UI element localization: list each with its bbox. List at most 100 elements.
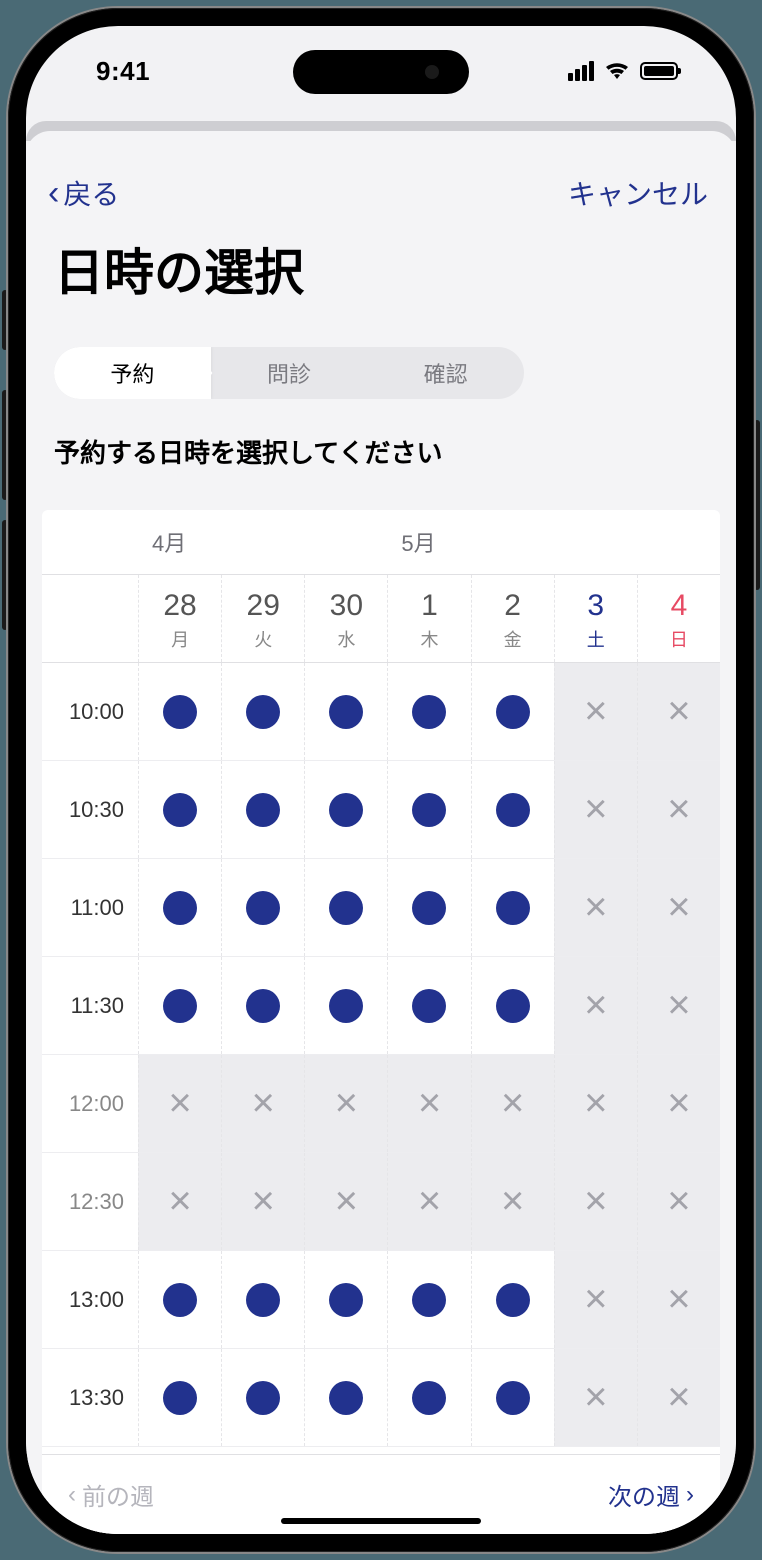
next-week-label: 次の週 (608, 1477, 680, 1512)
slot-available[interactable] (138, 957, 221, 1054)
home-indicator[interactable] (281, 1518, 481, 1524)
time-label: 11:30 (42, 957, 138, 1054)
day-header: 30水 (304, 575, 387, 662)
phone-frame: 9:41 ‹ 戻る キャンセル 日時の選択 予約問診確認 予約する日時を選択して (8, 8, 754, 1552)
slot-available[interactable] (304, 859, 387, 956)
back-button[interactable]: ‹ 戻る (48, 173, 119, 213)
time-label: 13:30 (42, 1349, 138, 1446)
slot-unavailable: × (304, 1055, 387, 1152)
slot-available[interactable] (387, 957, 470, 1054)
slot-unavailable: × (554, 1349, 637, 1446)
available-dot-icon (163, 793, 197, 827)
x-icon: × (252, 1081, 275, 1126)
nav-bar: ‹ 戻る キャンセル (26, 153, 736, 223)
slot-available[interactable] (304, 957, 387, 1054)
available-dot-icon (496, 695, 530, 729)
available-dot-icon (163, 891, 197, 925)
available-dot-icon (246, 989, 280, 1023)
slot-unavailable: × (637, 1251, 720, 1348)
slot-unavailable: × (637, 1055, 720, 1152)
time-row: 13:30 × × (42, 1349, 720, 1447)
available-dot-icon (163, 1283, 197, 1317)
available-dot-icon (163, 1381, 197, 1415)
slot-available[interactable] (304, 663, 387, 760)
slot-available[interactable] (304, 1349, 387, 1446)
slot-unavailable: × (304, 1153, 387, 1250)
prev-week-label: 前の週 (82, 1477, 154, 1512)
x-icon: × (667, 1081, 690, 1126)
slot-available[interactable] (471, 957, 554, 1054)
slot-available[interactable] (304, 761, 387, 858)
time-label: 11:00 (42, 859, 138, 956)
slot-available[interactable] (304, 1251, 387, 1348)
day-number: 29 (222, 589, 304, 622)
time-row: 12:30××××××× (42, 1153, 720, 1251)
slot-available[interactable] (221, 957, 304, 1054)
prev-week-button[interactable]: ‹ 前の週 (68, 1477, 154, 1512)
slot-available[interactable] (387, 859, 470, 956)
day-number: 3 (555, 589, 637, 622)
slot-available[interactable] (221, 761, 304, 858)
time-row: 10:00 ×× (42, 663, 720, 761)
slot-unavailable: × (637, 663, 720, 760)
slot-available[interactable] (221, 663, 304, 760)
slot-unavailable: × (637, 1153, 720, 1250)
page-title: 日時の選択 (26, 223, 736, 329)
x-icon: × (667, 1375, 690, 1420)
slot-unavailable: × (554, 1153, 637, 1250)
time-row: 10:30×× (42, 761, 720, 859)
slot-unavailable: × (554, 663, 637, 760)
slot-unavailable: × (138, 1153, 221, 1250)
x-icon: × (252, 1179, 275, 1224)
slot-unavailable: × (637, 957, 720, 1054)
slot-available[interactable] (387, 1251, 470, 1348)
month-label: 4月 (138, 510, 387, 574)
slot-available[interactable] (387, 1349, 470, 1446)
available-dot-icon (412, 891, 446, 925)
slot-available[interactable] (138, 761, 221, 858)
day-header-row: 28月29火30水1木2金3土4日 (42, 575, 720, 663)
time-label: 12:30 (42, 1153, 138, 1250)
x-icon: × (667, 1277, 690, 1322)
x-icon: × (584, 983, 607, 1028)
slot-unavailable: × (637, 1349, 720, 1446)
slot-available[interactable] (138, 859, 221, 956)
slot-available[interactable] (387, 761, 470, 858)
slot-available[interactable] (221, 1349, 304, 1446)
day-weekday: 火 (222, 626, 304, 652)
next-week-button[interactable]: 次の週 › (608, 1477, 694, 1512)
slot-available[interactable] (138, 1251, 221, 1348)
available-dot-icon (496, 989, 530, 1023)
x-icon: × (584, 1081, 607, 1126)
slot-unavailable: × (637, 761, 720, 858)
step-予約: 予約 (54, 347, 211, 399)
available-dot-icon (163, 695, 197, 729)
slot-available[interactable] (138, 663, 221, 760)
step-問診: 問診 (211, 347, 368, 399)
available-dot-icon (496, 793, 530, 827)
x-icon: × (584, 787, 607, 832)
slot-available[interactable] (138, 1349, 221, 1446)
available-dot-icon (246, 891, 280, 925)
slot-available[interactable] (387, 663, 470, 760)
cancel-button[interactable]: キャンセル (568, 173, 708, 213)
slot-available[interactable] (221, 1251, 304, 1348)
available-dot-icon (496, 1381, 530, 1415)
available-dot-icon (329, 695, 363, 729)
step-確認: 確認 (367, 347, 524, 399)
day-header: 1木 (387, 575, 470, 662)
wifi-icon (604, 61, 630, 81)
modal-sheet: ‹ 戻る キャンセル 日時の選択 予約問診確認 予約する日時を選択してください … (26, 131, 736, 1534)
slot-available[interactable] (471, 1251, 554, 1348)
slot-available[interactable] (471, 761, 554, 858)
day-weekday: 金 (472, 626, 554, 652)
time-label: 10:00 (42, 663, 138, 760)
available-dot-icon (412, 1381, 446, 1415)
slot-available[interactable] (471, 1349, 554, 1446)
x-icon: × (584, 1179, 607, 1224)
x-icon: × (584, 1375, 607, 1420)
slot-available[interactable] (221, 859, 304, 956)
slot-available[interactable] (471, 663, 554, 760)
phone-screen: 9:41 ‹ 戻る キャンセル 日時の選択 予約問診確認 予約する日時を選択して (26, 26, 736, 1534)
slot-available[interactable] (471, 859, 554, 956)
